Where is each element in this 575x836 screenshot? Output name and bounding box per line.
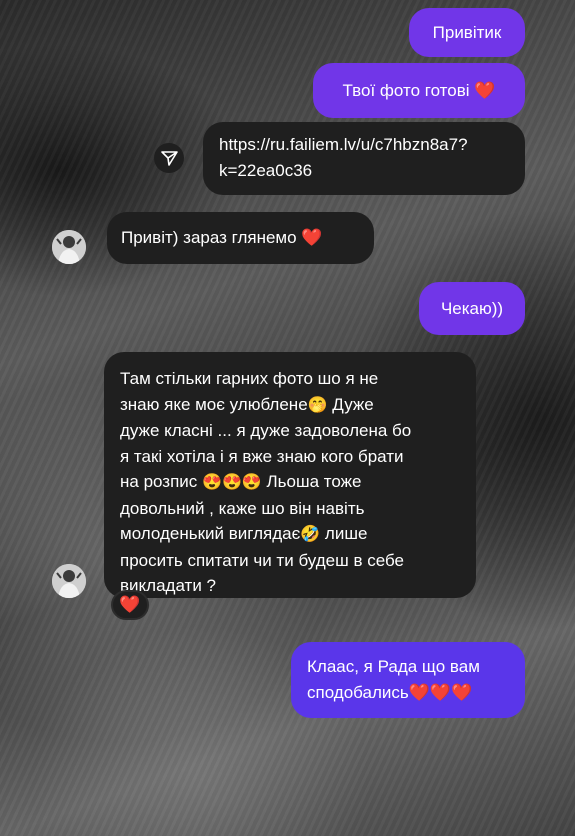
message-line: я такі хотіла і я вже знаю кого брати	[120, 446, 404, 466]
message-text: Привіт) зараз глянемо	[121, 228, 297, 247]
message-line: сподобались❤️❤️❤️	[307, 683, 473, 702]
message-incoming[interactable]: Привіт) зараз глянемо ❤️	[107, 212, 374, 264]
message-line: викладати ?	[120, 576, 216, 595]
message-line: на розпис 😍😍😍 Льоша тоже	[120, 472, 362, 491]
reaction-badge[interactable]: ❤️	[111, 590, 149, 620]
message-line: довольний , каже шо він навіть	[120, 498, 365, 518]
share-icon[interactable]	[154, 143, 184, 173]
avatar[interactable]	[52, 230, 86, 264]
message-line: молоденький виглядає🤣 лише	[120, 524, 368, 543]
message-line: Там стільки гарних фото шо я не	[120, 369, 379, 388]
message-line: просить спитати чи ти будеш в себе	[120, 550, 404, 570]
hearts-emoji: ❤️❤️❤️	[408, 683, 473, 702]
laughing-emoji: 🤣	[300, 526, 321, 543]
shy-emoji: 🤭	[307, 396, 328, 414]
message-line: Клаас, я Рада що вам	[307, 657, 480, 676]
message-line: знаю яке моє улюблене🤭 Дуже	[120, 394, 374, 414]
message-outgoing[interactable]: Чекаю))	[419, 282, 525, 335]
message-text: Твої фото готові	[342, 81, 470, 100]
link-text-line2[interactable]: k=22ea0c36	[219, 158, 509, 184]
message-text: Привітик	[432, 23, 502, 42]
heart-reaction: ❤️	[119, 595, 141, 614]
message-text: Чекаю))	[440, 299, 504, 318]
heart-emoji: ❤️	[474, 81, 496, 100]
heart-eyes-emoji: 😍😍😍	[202, 474, 262, 491]
message-outgoing[interactable]: Клаас, я Рада що вам сподобались❤️❤️❤️	[291, 642, 525, 718]
heart-emoji: ❤️	[301, 228, 323, 247]
link-text-line1[interactable]: https://ru.failiem.lv/u/c7hbzn8a7?	[219, 132, 509, 158]
message-line: дуже класні ... я дуже задоволена бо	[120, 421, 412, 440]
message-outgoing-link[interactable]: https://ru.failiem.lv/u/c7hbzn8a7? k=22e…	[203, 122, 525, 195]
message-incoming-long[interactable]: Там стільки гарних фото шо я не знаю яке…	[104, 352, 476, 598]
message-outgoing[interactable]: Привітик	[409, 8, 525, 57]
avatar[interactable]	[52, 564, 86, 598]
message-outgoing[interactable]: Твої фото готові ❤️	[313, 63, 525, 118]
